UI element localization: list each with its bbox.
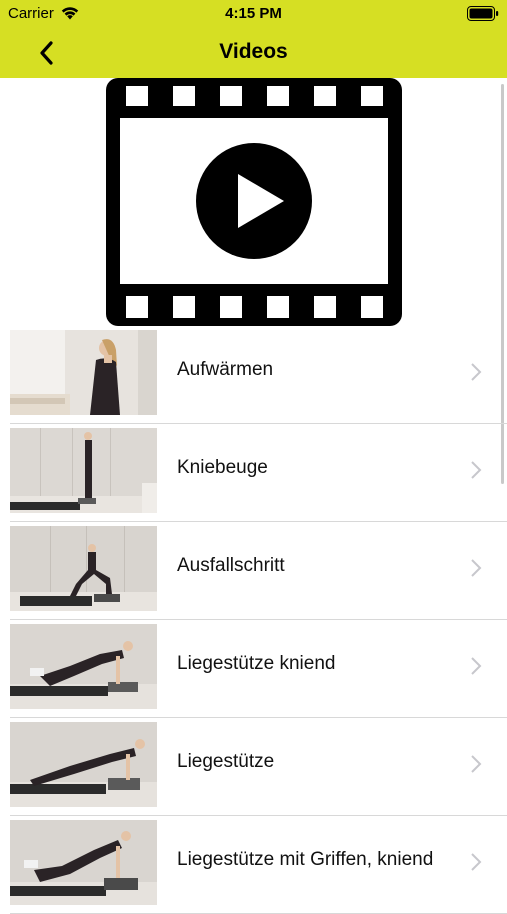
list-item[interactable]: Ausfallschritt: [0, 522, 507, 620]
video-thumbnail: [10, 428, 157, 513]
list-item[interactable]: Aufwärmen: [0, 326, 507, 424]
item-label: Liegestütze mit Griffen, kniend: [177, 849, 434, 870]
chevron-right-icon: [471, 853, 482, 871]
status-time: 4:15 PM: [225, 5, 282, 22]
item-label: Ausfallschritt: [177, 555, 285, 576]
battery-icon: [467, 6, 499, 21]
list-item[interactable]: Liegestütze: [0, 718, 507, 816]
page-title: Videos: [219, 40, 288, 63]
list-item[interactable]: Liegestütze mit Griffen, kniend: [0, 816, 507, 914]
chevron-right-icon: [471, 657, 482, 675]
video-thumbnail: [10, 820, 157, 905]
chevron-right-icon: [471, 461, 482, 479]
video-thumbnail: [10, 330, 157, 415]
list-item[interactable]: Liegestütze kniend: [0, 620, 507, 718]
video-list: Aufwärmen Kniebeuge Ausfallschritt Liege…: [0, 326, 507, 914]
header: Carrier 4:15 PM Videos: [0, 0, 507, 78]
video-thumbnail: [10, 526, 157, 611]
item-label: Liegestütze: [177, 751, 275, 772]
list-item[interactable]: Kniebeuge: [0, 424, 507, 522]
chevron-right-icon: [471, 755, 482, 773]
nav-bar: Videos: [0, 28, 507, 78]
video-thumbnail: [10, 624, 157, 709]
item-label: Kniebeuge: [177, 457, 268, 478]
item-label: Liegestütze kniend: [177, 653, 336, 674]
video-hero: [0, 78, 507, 326]
item-label: Aufwärmen: [177, 359, 274, 380]
chevron-right-icon: [471, 363, 482, 381]
video-film-icon: [106, 78, 402, 326]
status-bar: Carrier 4:15 PM: [0, 0, 507, 28]
chevron-right-icon: [471, 559, 482, 577]
video-thumbnail: [10, 722, 157, 807]
